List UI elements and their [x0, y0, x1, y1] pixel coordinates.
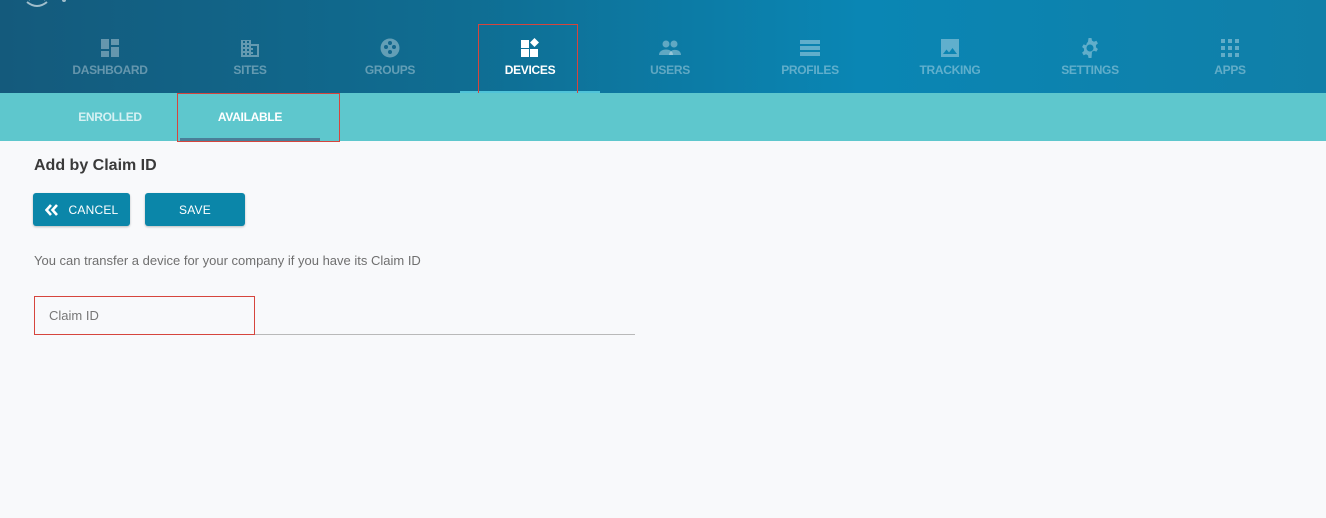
- nav-label: USERS: [650, 63, 690, 77]
- logo-dot: [62, 0, 66, 2]
- nav-item-sites[interactable]: SITES: [200, 24, 300, 94]
- double-chevron-left-icon: [44, 203, 59, 216]
- nav-label: DASHBOARD: [72, 63, 148, 77]
- nav-item-settings[interactable]: SETTINGS: [1040, 24, 1140, 94]
- building-icon: [239, 37, 261, 59]
- save-label: SAVE: [179, 202, 211, 217]
- nav-label: APPS: [1214, 63, 1246, 77]
- nav-label: DEVICES: [504, 63, 556, 77]
- nav-label: SITES: [233, 63, 267, 77]
- nav-label: SETTINGS: [1061, 63, 1119, 77]
- nav-label: TRACKING: [919, 63, 981, 77]
- helper-text: You can transfer a device for your compa…: [34, 253, 421, 268]
- tab-available[interactable]: AVAILABLE: [180, 93, 320, 141]
- image-icon: [939, 37, 961, 59]
- tab-enrolled[interactable]: ENROLLED: [40, 93, 180, 141]
- nav-item-profiles[interactable]: PROFILES: [760, 24, 860, 94]
- nav-item-users[interactable]: USERS: [620, 24, 720, 94]
- apps-grid-icon: [1219, 37, 1241, 59]
- groups-icon: [379, 37, 401, 59]
- save-button[interactable]: SAVE: [145, 193, 245, 226]
- dashboard-icon: [99, 37, 121, 59]
- claim-id-input[interactable]: [34, 296, 255, 335]
- page-title: Add by Claim ID: [34, 157, 157, 174]
- cancel-button[interactable]: CANCEL: [33, 193, 130, 226]
- nav-label: GROUPS: [364, 63, 416, 77]
- nav-item-devices[interactable]: DEVICES: [480, 24, 580, 94]
- nav-item-dashboard[interactable]: DASHBOARD: [60, 24, 160, 94]
- top-navigation: DASHBOARD SITES GROUPS DEVICES USERS PRO…: [0, 0, 1326, 93]
- logo-icon: [26, 0, 48, 7]
- active-tab-indicator: [180, 138, 320, 141]
- nav-label: PROFILES: [781, 63, 839, 77]
- nav-item-tracking[interactable]: TRACKING: [900, 24, 1000, 94]
- nav-item-apps[interactable]: APPS: [1180, 24, 1280, 94]
- cancel-label: CANCEL: [68, 202, 119, 217]
- users-icon: [659, 37, 681, 59]
- devices-icon: [519, 37, 541, 59]
- sub-navigation: ENROLLED AVAILABLE: [0, 93, 1326, 141]
- list-icon: [799, 37, 821, 59]
- nav-item-groups[interactable]: GROUPS: [340, 24, 440, 94]
- gear-icon: [1079, 37, 1101, 59]
